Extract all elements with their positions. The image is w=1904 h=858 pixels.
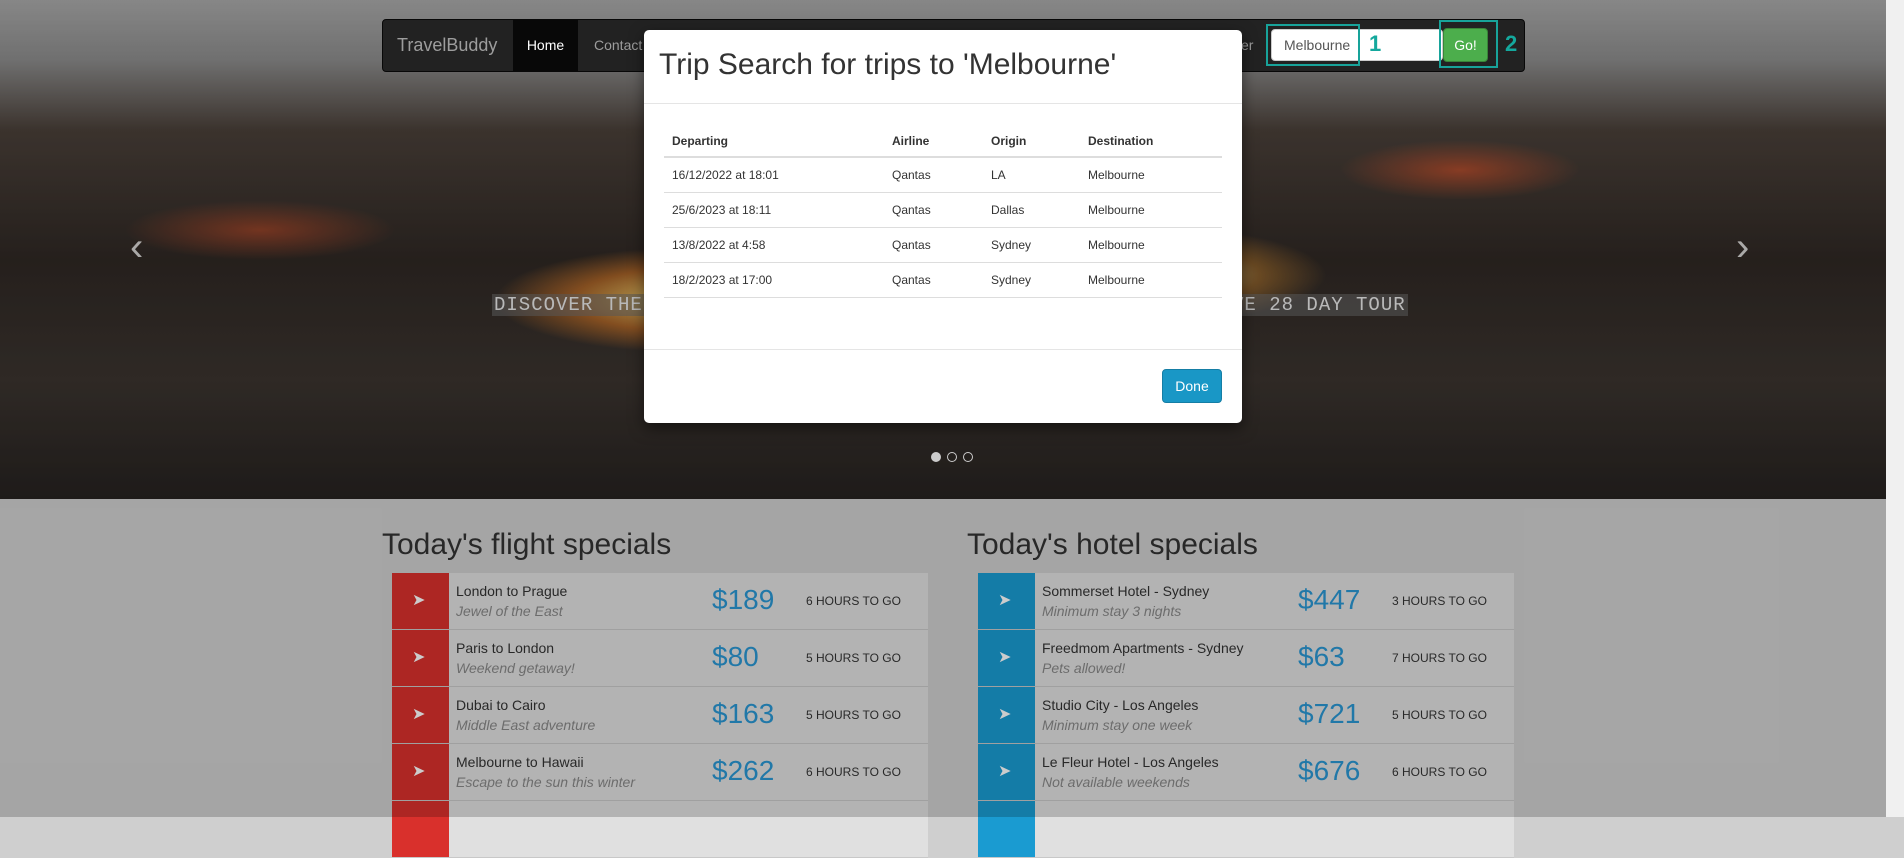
brand-logo[interactable]: TravelBuddy <box>397 35 497 56</box>
table-cell: Qantas <box>884 262 983 298</box>
table-cell: 16/12/2022 at 18:01 <box>664 157 884 193</box>
page-scrollbar[interactable] <box>1886 0 1904 817</box>
annotation-box-1 <box>1266 24 1360 66</box>
trips-table: Departing Airline Origin Destination 16/… <box>664 125 1222 298</box>
table-header-row: Departing Airline Origin Destination <box>664 125 1222 158</box>
table-cell: Melbourne <box>1080 192 1222 228</box>
table-cell: Qantas <box>884 192 983 228</box>
table-cell: 18/2/2023 at 17:00 <box>664 262 884 298</box>
done-button[interactable]: Done <box>1162 369 1222 403</box>
annotation-label-2: 2 <box>1505 31 1518 56</box>
table-cell: Dallas <box>983 192 1080 228</box>
table-cell: Qantas <box>884 157 983 193</box>
column-header: Origin <box>983 125 1080 158</box>
modal-title: Trip Search for trips to 'Melbourne' <box>659 48 1117 81</box>
table-cell: Melbourne <box>1080 227 1222 263</box>
table-cell: 25/6/2023 at 18:11 <box>664 192 884 228</box>
column-header: Departing <box>664 125 884 158</box>
table-row: 16/12/2022 at 18:01 Qantas LA Melbourne <box>664 157 1222 193</box>
table-cell: Qantas <box>884 227 983 263</box>
table-cell: Melbourne <box>1080 262 1222 298</box>
table-row: 25/6/2023 at 18:11 Qantas Dallas Melbour… <box>664 192 1222 228</box>
table-cell: Sydney <box>983 227 1080 263</box>
nav-home[interactable]: Home <box>513 20 578 71</box>
column-header: Destination <box>1080 125 1222 158</box>
nav-contact[interactable]: Contact <box>594 20 642 71</box>
column-header: Airline <box>884 125 983 158</box>
nav-item-partial[interactable]: er <box>1241 20 1253 71</box>
modal-header: Trip Search for trips to 'Melbourne' <box>644 30 1242 104</box>
table-row: 13/8/2022 at 4:58 Qantas Sydney Melbourn… <box>664 227 1222 263</box>
table-row: 18/2/2023 at 17:00 Qantas Sydney Melbour… <box>664 262 1222 298</box>
table-cell: 13/8/2022 at 4:58 <box>664 227 884 263</box>
annotation-label-1: 1 <box>1369 31 1382 56</box>
table-cell: Sydney <box>983 262 1080 298</box>
annotation-box-2 <box>1439 20 1498 68</box>
trip-search-modal: Trip Search for trips to 'Melbourne' Dep… <box>644 30 1242 423</box>
table-cell: Melbourne <box>1080 157 1222 193</box>
modal-footer: Done <box>644 349 1242 424</box>
table-cell: LA <box>983 157 1080 193</box>
